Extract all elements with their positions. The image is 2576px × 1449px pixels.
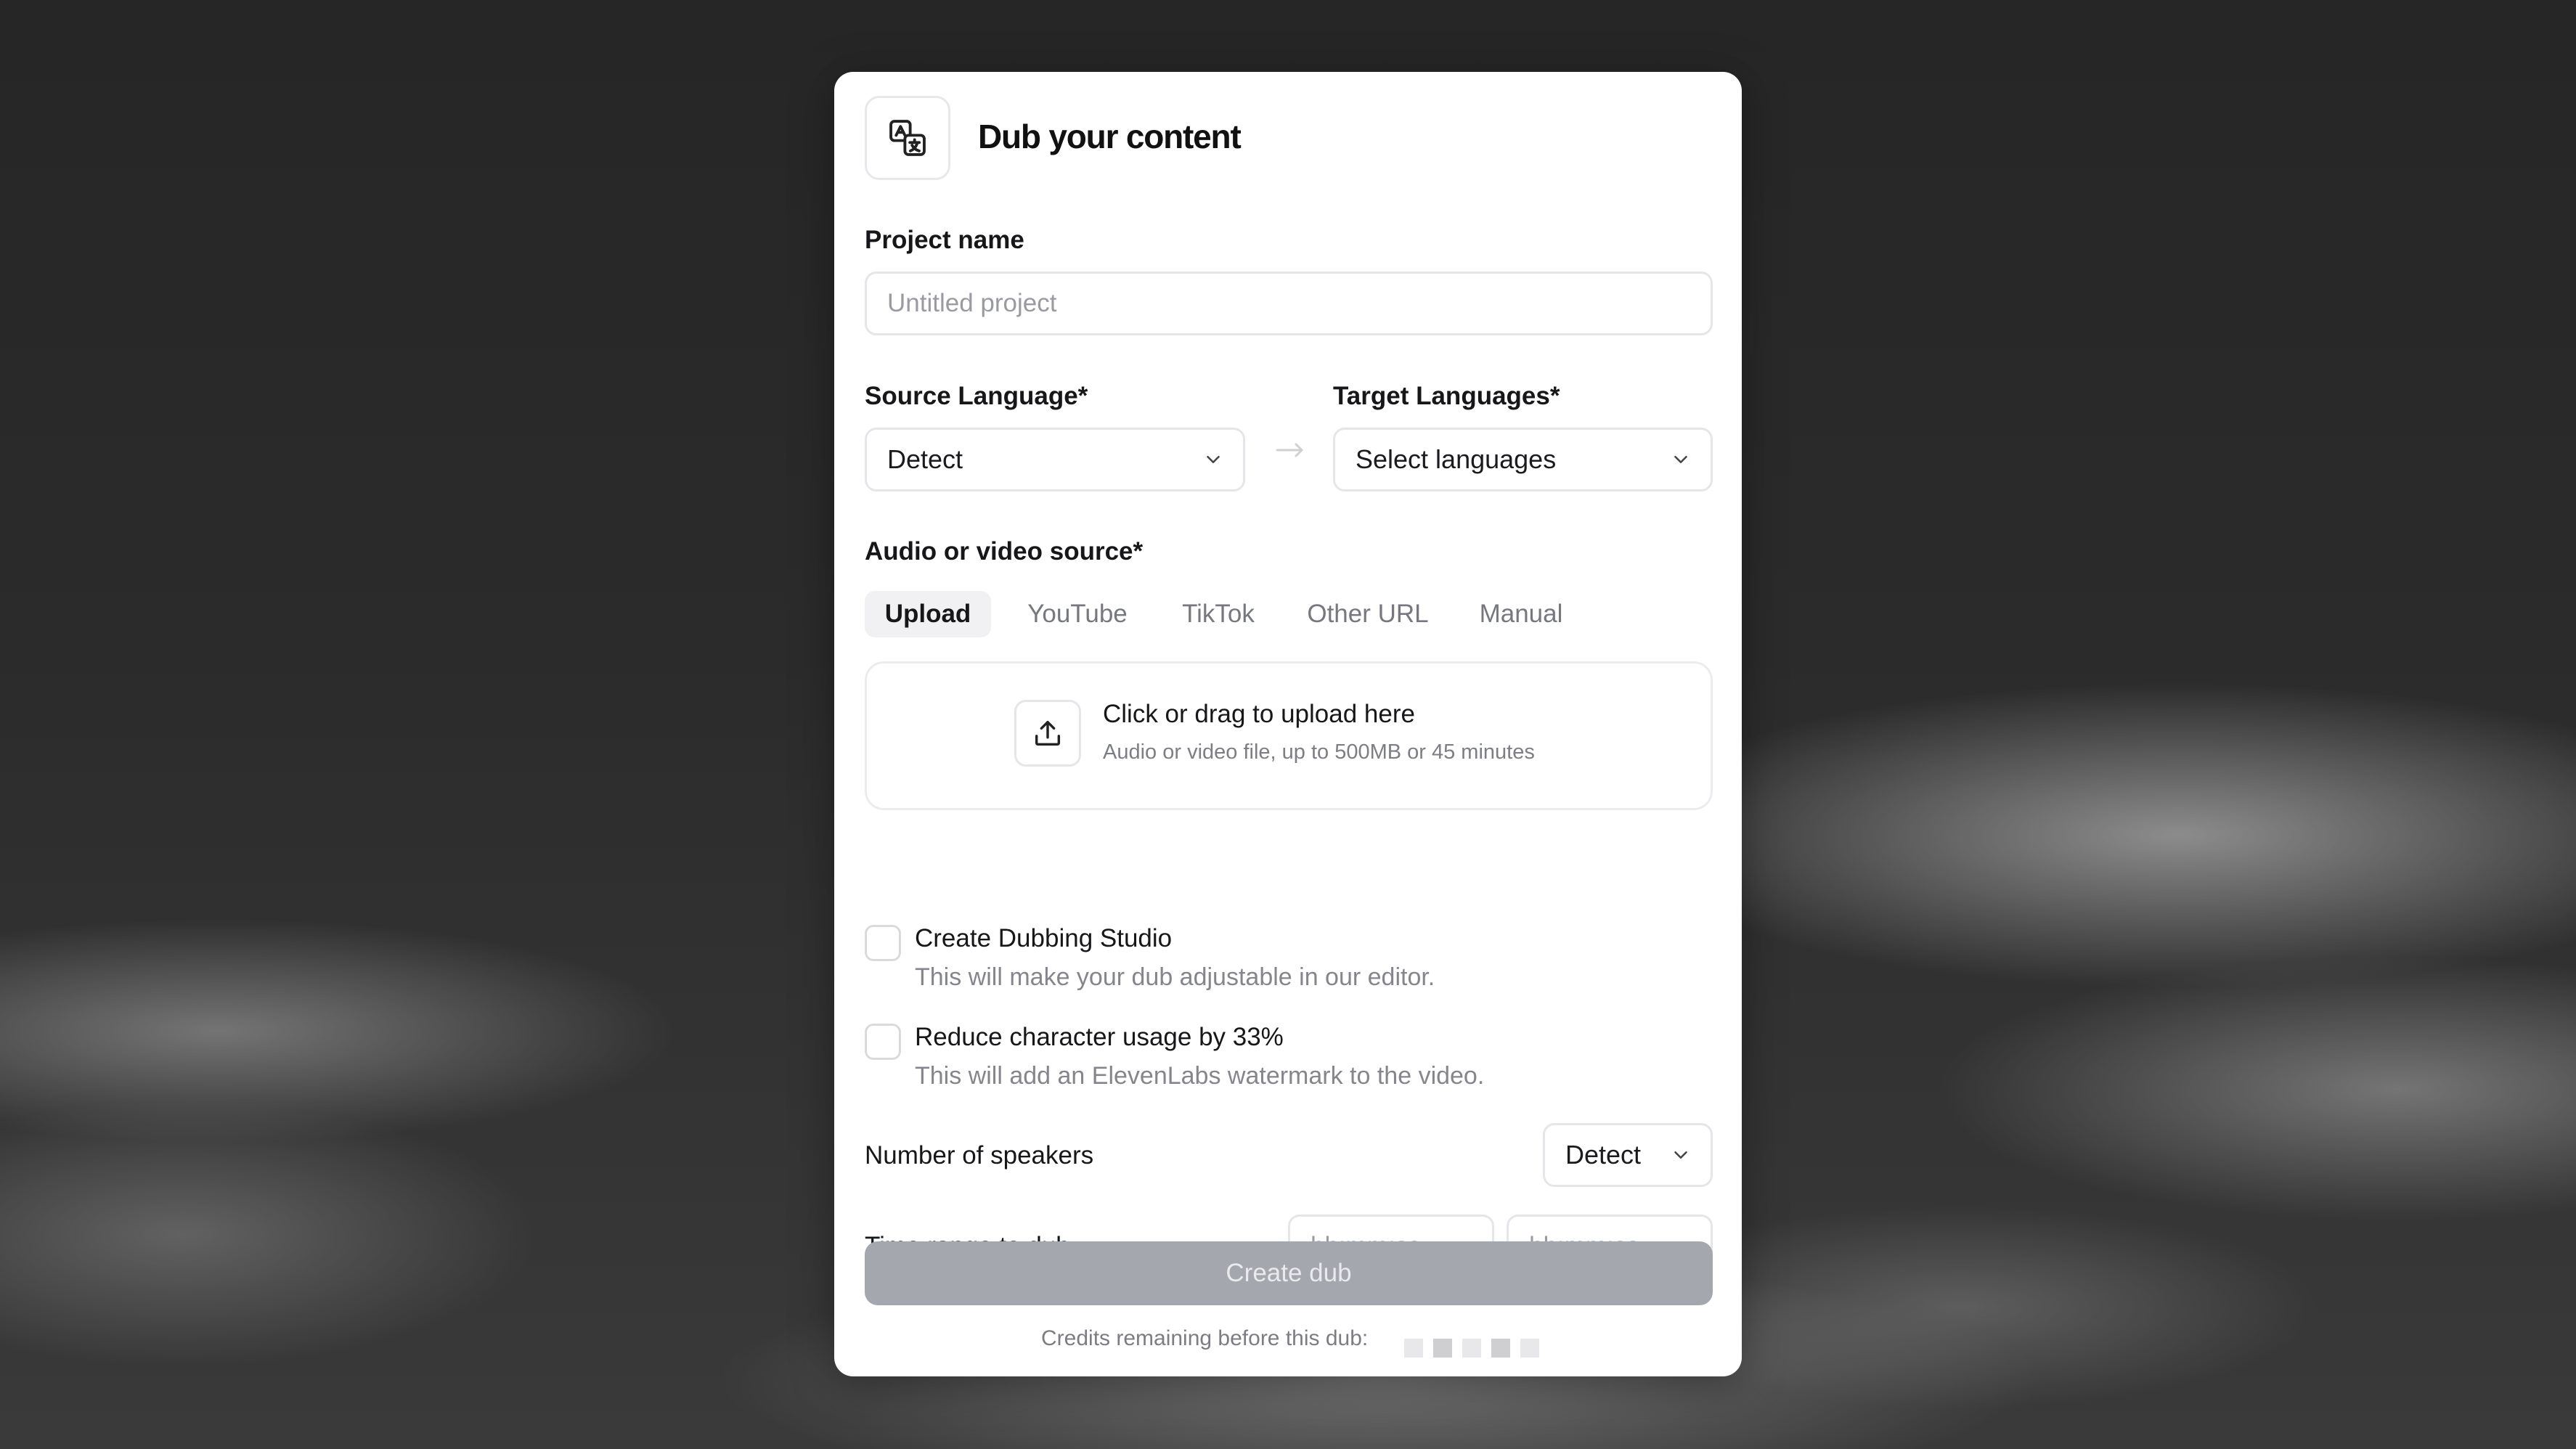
speakers-select[interactable]: Detect xyxy=(1543,1123,1713,1187)
source-label: Audio or video source* xyxy=(865,537,1144,566)
create-dubbing-studio-checkbox[interactable] xyxy=(865,925,901,961)
upload-subtitle: Audio or video file, up to 500MB or 45 m… xyxy=(1103,740,1535,764)
target-languages-select[interactable]: Select languages xyxy=(1333,428,1713,491)
dialog-title: Dub your content xyxy=(978,118,1242,155)
chevron-down-icon xyxy=(1207,456,1220,463)
project-name-placeholder: Untitled project xyxy=(887,289,1057,317)
project-name-input[interactable]: Untitled project xyxy=(865,272,1713,335)
target-languages-label: Target Languages* xyxy=(1333,382,1560,410)
credits-remaining-label: Credits remaining before this dub: xyxy=(1041,1326,1369,1350)
project-name-label: Project name xyxy=(865,226,1024,254)
arrow-right-icon xyxy=(1276,443,1303,457)
upload-title: Click or drag to upload here xyxy=(1103,700,1415,728)
tab-other-url[interactable]: Other URL xyxy=(1292,591,1444,637)
create-dubbing-studio-title: Create Dubbing Studio xyxy=(915,924,1173,952)
create-dubbing-studio-desc: This will make your dub adjustable in ou… xyxy=(915,963,1435,991)
tab-manual[interactable]: Manual xyxy=(1463,591,1579,637)
chevron-down-icon xyxy=(1674,1151,1687,1159)
source-language-value: Detect xyxy=(887,444,963,474)
translate-icon xyxy=(865,96,950,180)
dub-dialog: Dub your content Project name Untitled p… xyxy=(834,72,1742,1376)
source-language-label: Source Language* xyxy=(865,382,1088,410)
upload-icon xyxy=(1014,700,1081,767)
tab-tiktok[interactable]: TikTok xyxy=(1164,591,1273,637)
reduce-usage-desc: This will add an ElevenLabs watermark to… xyxy=(915,1062,1485,1090)
create-dub-button[interactable]: Create dub xyxy=(865,1241,1713,1305)
upload-dropzone[interactable]: Click or drag to upload here Audio or vi… xyxy=(865,661,1713,810)
reduce-usage-title: Reduce character usage by 33% xyxy=(915,1023,1284,1051)
tab-youtube[interactable]: YouTube xyxy=(1010,591,1145,637)
tab-upload[interactable]: Upload xyxy=(865,591,991,637)
reduce-usage-checkbox[interactable] xyxy=(865,1024,901,1060)
speakers-value: Detect xyxy=(1565,1140,1642,1170)
target-languages-value: Select languages xyxy=(1356,444,1557,474)
credits-value-redacted xyxy=(1404,1339,1539,1358)
chevron-down-icon xyxy=(1674,456,1687,463)
speakers-label: Number of speakers xyxy=(865,1141,1094,1170)
source-language-select[interactable]: Detect xyxy=(865,428,1245,491)
